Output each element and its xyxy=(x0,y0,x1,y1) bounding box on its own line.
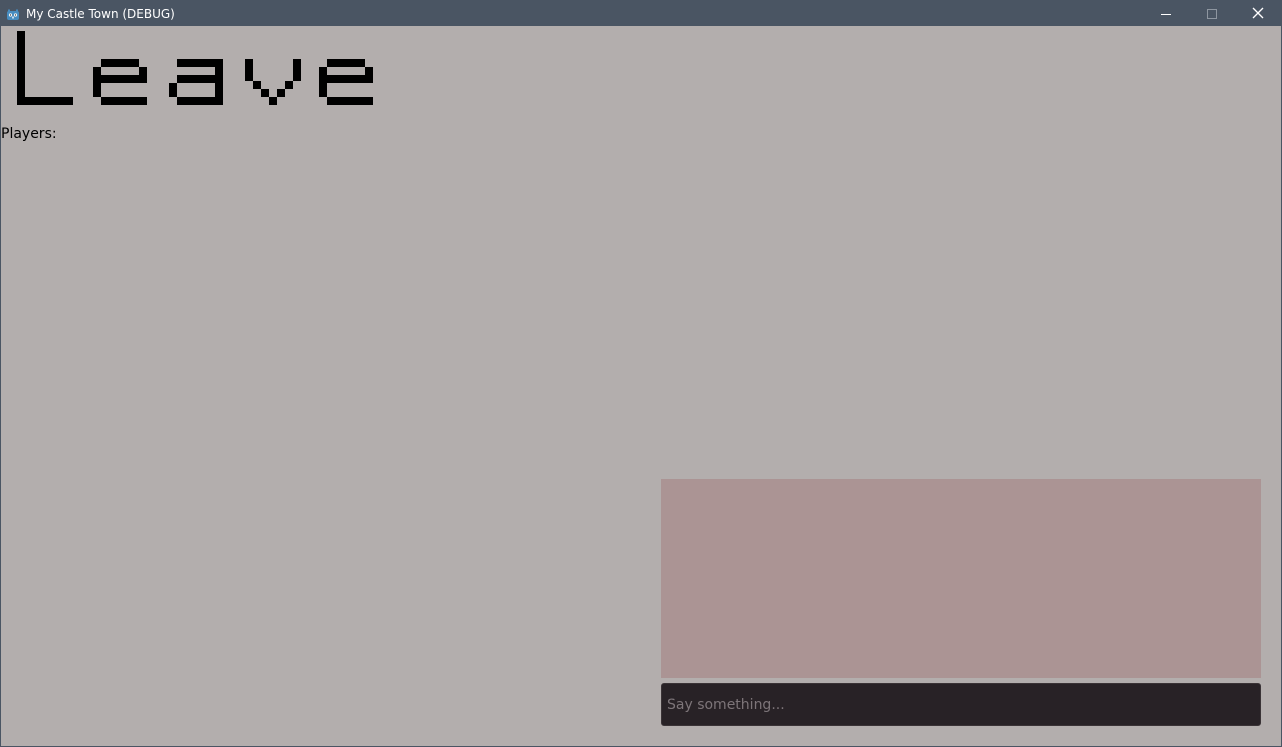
leave-button[interactable]: Leave xyxy=(13,31,375,105)
game-viewport: Leave xyxy=(1,26,1281,746)
chat-input[interactable] xyxy=(661,683,1261,726)
maximize-icon xyxy=(1207,4,1217,23)
title-bar[interactable]: My Castle Town (DEBUG) xyxy=(1,1,1281,26)
minimize-button[interactable] xyxy=(1143,1,1189,26)
close-icon xyxy=(1252,4,1264,23)
game-window: My Castle Town (DEBUG) Players: Say some… xyxy=(0,0,1282,747)
window-title: My Castle Town (DEBUG) xyxy=(26,6,175,21)
maximize-button[interactable] xyxy=(1189,1,1235,26)
window-controls xyxy=(1143,1,1281,26)
players-label: Players: xyxy=(1,126,57,142)
minimize-icon xyxy=(1161,4,1171,23)
leave-pixel-text xyxy=(17,31,373,105)
godot-icon xyxy=(6,7,20,21)
chat-log-panel[interactable] xyxy=(661,479,1261,678)
close-button[interactable] xyxy=(1235,1,1281,26)
